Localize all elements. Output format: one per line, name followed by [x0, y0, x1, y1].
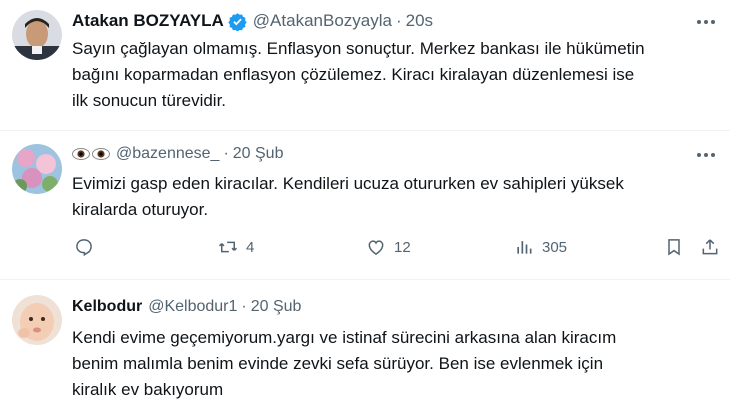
tweet-text-line: benim malımla benim evinde zevki sefa sü…: [72, 354, 604, 373]
like-count: 12: [394, 238, 411, 256]
author-handle[interactable]: @AtakanBozyayla: [253, 11, 392, 31]
eyes-emoji-icon: [72, 147, 110, 161]
author-name[interactable]: Kelbodur: [72, 297, 142, 317]
views-icon: [517, 241, 532, 254]
tweet-text-line: ilk sonucun türevidir.: [72, 91, 227, 110]
avatar-bazennese[interactable]: [12, 144, 62, 194]
author-handle[interactable]: @Kelbodur1: [148, 297, 237, 317]
tweet-text-line: bağını koparmadan enflasyon çözülemez. K…: [72, 65, 635, 84]
share-button[interactable]: [700, 237, 720, 257]
tweet-text-line: kiralık ev bakıyorum: [72, 380, 224, 399]
action-bar: 4 12 305: [72, 237, 722, 263]
tweet-text: Evimizi gasp eden kiracılar. Kendileri u…: [72, 171, 712, 223]
verified-badge-icon: [228, 12, 247, 32]
retweet-count: 4: [246, 238, 255, 256]
tweet-header: @bazennese_ · 20 Şub: [72, 144, 283, 164]
tweet-text: Sayın çağlayan olmamış. Enflasyon sonuçt…: [72, 36, 712, 114]
bookmark-button[interactable]: [664, 237, 684, 257]
retweet-icon: [218, 241, 238, 253]
tweet-text-line: Evimizi gasp eden kiracılar. Kendileri u…: [72, 174, 624, 193]
tweet-text-line: Sayın çağlayan olmamış. Enflasyon sonuçt…: [72, 39, 645, 58]
author-handle[interactable]: @bazennese_: [116, 144, 219, 164]
reply-button[interactable]: [74, 237, 94, 257]
separator-dot: ·: [395, 11, 402, 30]
author-name[interactable]: Atakan BOZYAYLA: [72, 11, 224, 31]
tweet-header: Atakan BOZYAYLA @AtakanBozyayla · 20s: [72, 11, 433, 32]
bookmark-icon: [668, 239, 680, 256]
tweet-text: Kendi evime geçemiyorum.yargı ve istinaf…: [72, 325, 712, 403]
views-button[interactable]: 305: [514, 237, 567, 257]
like-button[interactable]: 12: [366, 237, 411, 257]
tweet-time[interactable]: 20 Şub: [251, 297, 302, 317]
tweet-atakan[interactable]: Atakan BOZYAYLA @AtakanBozyayla · 20s Sa…: [0, 0, 730, 130]
retweet-button[interactable]: 4: [218, 237, 254, 257]
like-icon: [368, 240, 384, 255]
tweet-header: Kelbodur @Kelbodur1 · 20 Şub: [72, 297, 301, 317]
more-icon[interactable]: [696, 147, 716, 167]
views-count: 305: [542, 238, 568, 256]
tweet-text-line: kiralarda oturuyor.: [72, 200, 209, 219]
tweet-time[interactable]: 20 Şub: [233, 144, 284, 164]
reply-icon: [76, 239, 92, 257]
tweet-text-line: Kendi evime geçemiyorum.yargı ve istinaf…: [72, 328, 617, 347]
tweet-kelbodur[interactable]: Kelbodur @Kelbodur1 · 20 Şub Kendi evime…: [0, 280, 730, 420]
more-icon[interactable]: [696, 14, 716, 34]
avatar-kelbodur[interactable]: [12, 295, 62, 345]
share-icon: [702, 239, 718, 255]
tweet-time[interactable]: 20s: [406, 11, 433, 31]
avatar-atakan[interactable]: [12, 10, 62, 60]
separator-dot: ·: [223, 145, 229, 162]
tweet-bazennese[interactable]: @bazennese_ · 20 Şub Evimizi gasp eden k…: [0, 131, 730, 279]
separator-dot: ·: [241, 298, 247, 315]
